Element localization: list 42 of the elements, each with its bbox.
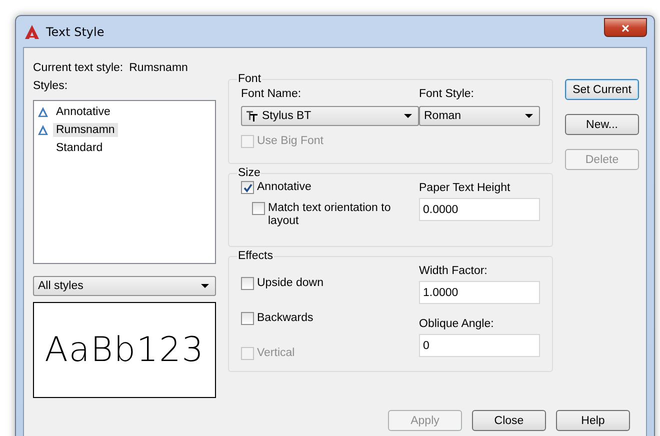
dialog-button[interactable]: Close xyxy=(472,410,546,431)
style-filter-dropdown[interactable]: All styles xyxy=(33,276,216,296)
width-factor-field[interactable]: 1.0000 xyxy=(419,281,540,304)
paper-height-label: Paper Text Height xyxy=(419,181,512,195)
dialog-button[interactable]: Help xyxy=(556,410,630,431)
checkbox-label: Backwards xyxy=(257,312,314,325)
oblique-angle-field[interactable]: 0 xyxy=(419,334,540,357)
styles-label: Styles: xyxy=(33,79,69,93)
app-logo-icon xyxy=(24,24,40,40)
preview-text: AaBb123 xyxy=(44,330,204,370)
checkbox-label: Upside down xyxy=(257,277,324,290)
checkbox-label: Use Big Font xyxy=(257,135,324,148)
font-name-dropdown[interactable]: Stylus BT xyxy=(241,106,419,126)
checkbox[interactable] xyxy=(252,202,265,215)
current-style-label: Current text style: xyxy=(33,62,124,74)
checkbox-label: Annotative xyxy=(257,181,312,194)
style-item[interactable]: Rumsnamn xyxy=(53,123,118,137)
checkbox-label: Match text orientation to layout xyxy=(268,202,392,228)
width-factor-label: Width Factor: xyxy=(419,264,488,278)
close-button[interactable]: × xyxy=(604,18,647,37)
style-item[interactable]: Standard xyxy=(53,141,106,155)
caret-icon xyxy=(404,114,412,118)
paper-height-field[interactable]: 0.0000 xyxy=(419,198,540,221)
font-name-label: Font Name: xyxy=(241,87,302,101)
font-style-label: Font Style: xyxy=(419,87,475,101)
dialog-button[interactable]: New... xyxy=(565,114,639,135)
oblique-angle-label: Oblique Angle: xyxy=(419,317,495,331)
truetype-icon xyxy=(246,110,258,122)
group-title: Size xyxy=(237,167,262,179)
caret-icon xyxy=(525,114,533,118)
checkbox[interactable] xyxy=(241,312,254,325)
current-style-value: Rumsnamn xyxy=(129,62,188,74)
group-title: Effects xyxy=(237,250,274,262)
dialog-button[interactable]: Set Current xyxy=(565,79,639,100)
checkbox-label: Vertical xyxy=(257,347,295,360)
caret-icon xyxy=(201,284,209,288)
font-style-dropdown[interactable]: Roman xyxy=(419,106,540,126)
checkbox[interactable] xyxy=(241,181,254,194)
style-item[interactable]: Annotative xyxy=(53,105,114,119)
checkbox[interactable] xyxy=(241,277,254,290)
window-title: Text Style xyxy=(46,24,104,38)
group-title: Font xyxy=(237,73,262,85)
